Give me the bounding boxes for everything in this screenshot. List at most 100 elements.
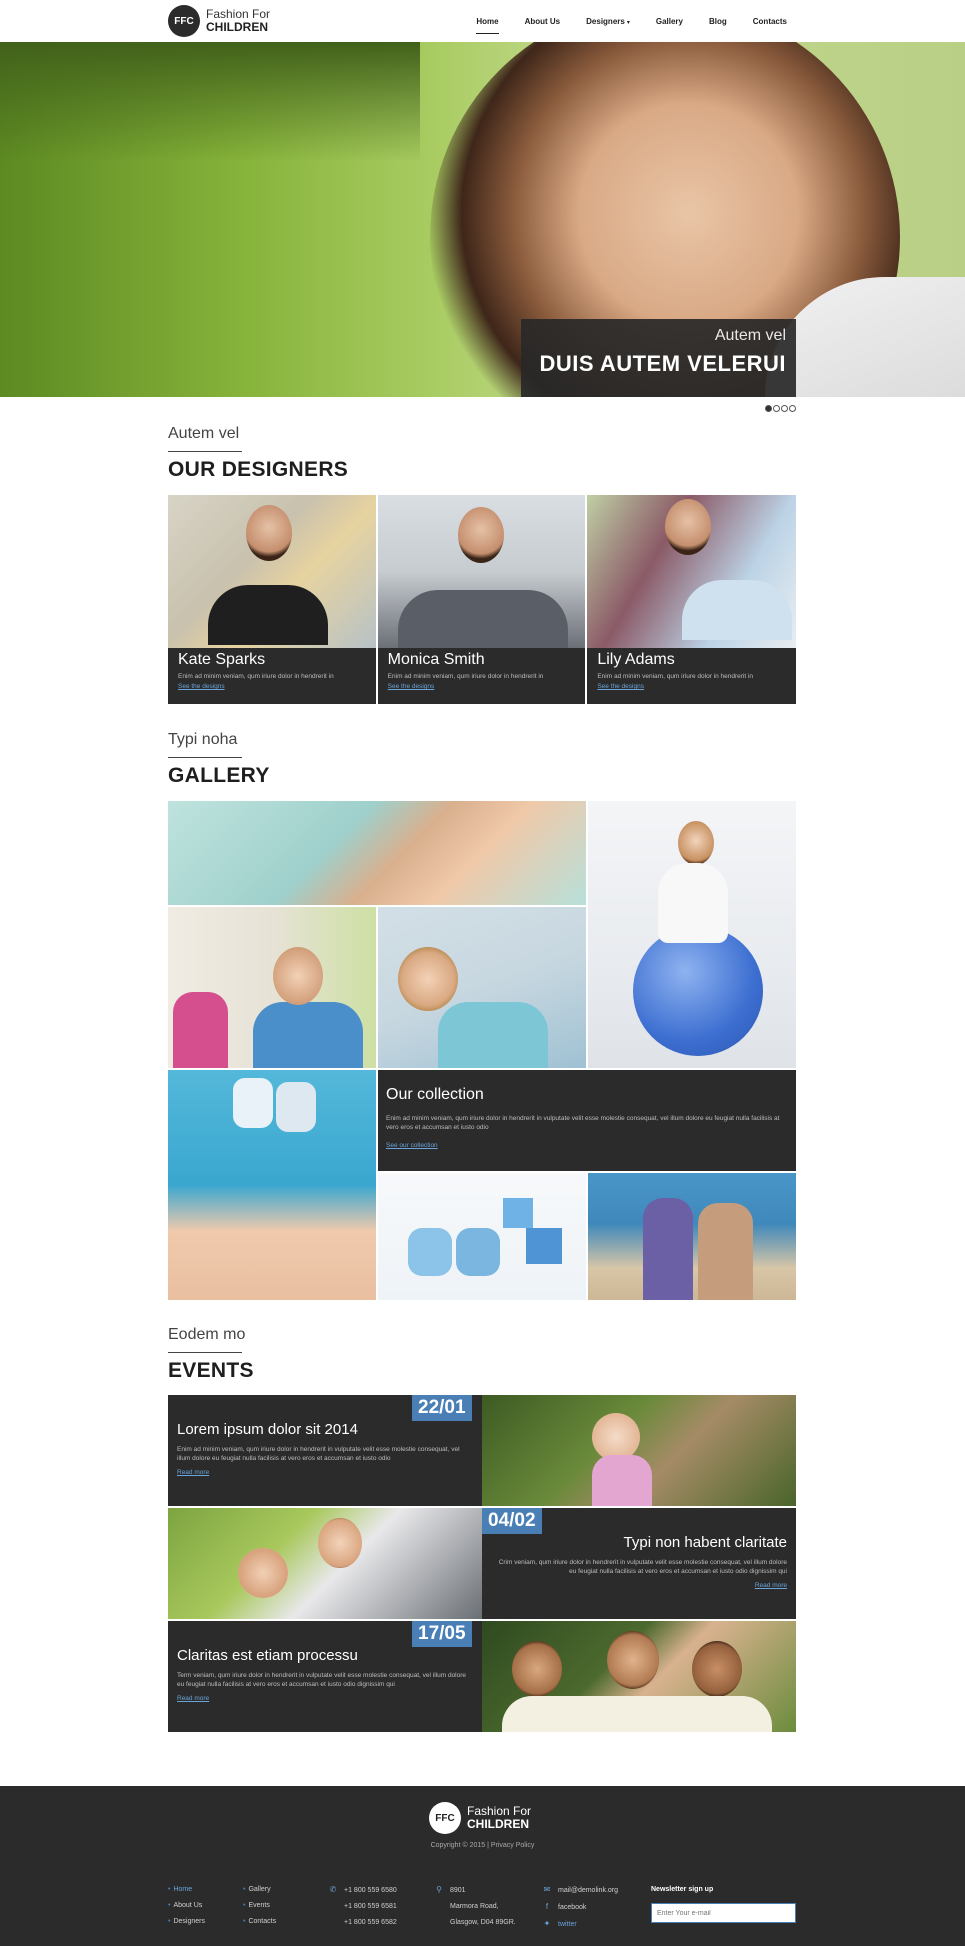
twitter-icon: ✦ <box>543 1919 551 1928</box>
hero-slider: Autem vel DUIS AUTEM VELERUI <box>0 42 965 397</box>
designers-title: OUR DESIGNERS <box>168 458 349 481</box>
designer-name: Kate Sparks <box>178 651 266 668</box>
hero-caption: Autem vel DUIS AUTEM VELERUI <box>521 319 796 397</box>
designer-photo <box>168 495 376 648</box>
map-pin-icon: ⚲ <box>436 1885 442 1894</box>
designer-link[interactable]: See the designs <box>178 683 366 690</box>
footer-link-contacts[interactable]: • Contacts <box>243 1914 276 1930</box>
address-line2: Marmora Road, <box>450 1903 499 1910</box>
event-title: Lorem ipsum dolor sit 2014 <box>177 1421 358 1438</box>
mail-icon: ✉ <box>543 1885 551 1894</box>
nav-gallery[interactable]: Gallery <box>656 13 683 30</box>
event-image-boat-kids[interactable] <box>168 1508 482 1619</box>
gallery-image-gift-booties[interactable] <box>378 1173 586 1300</box>
footer-facebook-link[interactable]: f facebook <box>542 1899 618 1916</box>
address-line1: 8901 <box>450 1887 466 1894</box>
gallery-divider <box>168 757 242 758</box>
event-title: Claritas est etiam processu <box>177 1647 358 1664</box>
bullet-icon: • <box>243 1886 246 1893</box>
footer-link-gallery[interactable]: • Gallery <box>243 1882 276 1898</box>
events-divider <box>168 1352 242 1353</box>
event-image-girl-hat[interactable] <box>482 1395 796 1506</box>
collection-panel: Our collection Enim ad minim veniam, qum… <box>378 1070 796 1171</box>
gallery-image-booties-belly[interactable] <box>168 1070 376 1300</box>
footer-logo[interactable]: FFC Fashion For CHILDREN <box>429 1802 531 1834</box>
designer-link[interactable]: See the designs <box>388 683 576 690</box>
event-item: Typi non habent claritate Crim veniam, q… <box>168 1508 796 1619</box>
address-line3: Glasgow, D04 89GR. <box>450 1919 516 1926</box>
bullet-icon: • <box>168 1918 171 1925</box>
nav-designers[interactable]: Designers ▾ <box>586 13 630 30</box>
collection-text: Enim ad minim veniam, qum iriure dolor i… <box>386 1115 780 1131</box>
nav-blog[interactable]: Blog <box>709 13 727 30</box>
event-read-more-link[interactable]: Read more <box>177 1695 473 1702</box>
chevron-down-icon: ▾ <box>626 19 630 26</box>
nav-home[interactable]: Home <box>476 13 499 34</box>
events-subtitle: Eodem mo <box>168 1326 246 1343</box>
slider-dot-1[interactable] <box>765 405 772 412</box>
designers-subtitle: Autem vel <box>168 425 240 442</box>
designer-link[interactable]: See the designs <box>597 683 786 690</box>
event-item: Claritas est etiam processu Term veniam,… <box>168 1621 796 1732</box>
footer-logo-badge: FFC <box>429 1802 461 1834</box>
footer-twitter-link[interactable]: ✦ twitter <box>542 1916 618 1933</box>
designers-divider <box>168 451 242 452</box>
gallery-image-family-beach[interactable] <box>588 1173 796 1300</box>
event-date-badge: 04/02 <box>482 1508 542 1534</box>
footer-email-link[interactable]: ✉ mail@demolink.org <box>542 1882 618 1899</box>
footer-links-col1: • Home • About Us • Designers <box>168 1882 205 1930</box>
event-description: Term veniam, qum iriure dolor in hendrer… <box>177 1672 467 1688</box>
footer-links-col2: • Gallery • Events • Contacts <box>243 1882 276 1930</box>
event-date-badge: 22/01 <box>412 1395 472 1421</box>
event-read-more-link[interactable]: Read more <box>491 1582 787 1589</box>
events-list: Lorem ipsum dolor sit 2014 Enim ad minim… <box>168 1395 796 1732</box>
designer-text: Enim ad minim veniam, qum iriure dolor i… <box>178 673 334 680</box>
designer-photo <box>587 495 797 648</box>
footer-phones: ✆ +1 800 559 6580 +1 800 559 6581 +1 800 … <box>328 1882 397 1931</box>
facebook-icon: f <box>545 1902 549 1911</box>
designer-card[interactable]: Monica Smith Enim ad minim veniam, qum i… <box>377 495 586 704</box>
footer-link-designers[interactable]: • Designers <box>168 1914 205 1930</box>
footer-link-home[interactable]: • Home <box>168 1882 205 1898</box>
hero-caption-big: DUIS AUTEM VELERUI <box>539 351 786 376</box>
designer-card[interactable]: Lily Adams Enim ad minim veniam, qum iri… <box>587 495 797 704</box>
event-description: Enim ad minim veniam, qum iriure dolor i… <box>177 1446 460 1462</box>
copyright: Copyright © 2015 | Privacy Policy <box>430 1842 535 1849</box>
nav-about-us[interactable]: About Us <box>525 13 561 30</box>
main-nav: Home About Us Designers ▾ Gallery Blog Co… <box>450 0 787 42</box>
newsletter-title: Newsletter sign up <box>651 1886 714 1893</box>
designer-name: Lily Adams <box>597 651 675 668</box>
logo-badge: FFC <box>168 5 200 37</box>
event-image-three-girls[interactable] <box>482 1621 796 1732</box>
nav-contacts[interactable]: Contacts <box>753 13 787 30</box>
bullet-icon: • <box>243 1902 246 1909</box>
footer-logo-line2: CHILDREN <box>467 1817 529 1831</box>
gallery-image-baby-feet[interactable] <box>168 801 586 905</box>
events-title: EVENTS <box>168 1359 254 1382</box>
event-title: Typi non habent claritate <box>623 1534 787 1551</box>
bullet-icon: • <box>243 1918 246 1925</box>
nav-designers-label: Designers <box>586 16 625 26</box>
collection-link[interactable]: See our collection <box>386 1142 788 1149</box>
site-footer: FFC Fashion For CHILDREN Copyright © 201… <box>0 1786 965 1946</box>
gallery-image-kids[interactable] <box>168 907 376 1068</box>
gallery-image-girl-on-ball[interactable] <box>588 801 796 1068</box>
gallery-image-mother-child[interactable] <box>378 907 586 1068</box>
event-description: Crim veniam, qum iriure dolor in hendrer… <box>498 1559 787 1575</box>
gallery-grid: Our collection Enim ad minim veniam, qum… <box>168 801 796 1300</box>
slider-dot-4[interactable] <box>789 405 796 412</box>
footer-link-events[interactable]: • Events <box>243 1898 276 1914</box>
phone-1: +1 800 559 6580 <box>344 1887 397 1894</box>
slider-dot-3[interactable] <box>781 405 788 412</box>
newsletter-email-input[interactable] <box>651 1903 796 1923</box>
event-item: Lorem ipsum dolor sit 2014 Enim ad minim… <box>168 1395 796 1506</box>
site-logo[interactable]: FFC Fashion For CHILDREN <box>168 5 270 37</box>
site-header: FFC Fashion For CHILDREN Home About Us D… <box>0 0 965 42</box>
slider-dot-2[interactable] <box>773 405 780 412</box>
footer-link-about-us[interactable]: • About Us <box>168 1898 205 1914</box>
designer-text: Enim ad minim veniam, qum iriure dolor i… <box>597 673 754 680</box>
event-date-badge: 17/05 <box>412 1621 472 1647</box>
designer-card[interactable]: Kate Sparks Enim ad minim veniam, qum ir… <box>168 495 376 704</box>
hero-background <box>0 42 420 162</box>
event-read-more-link[interactable]: Read more <box>177 1469 473 1476</box>
